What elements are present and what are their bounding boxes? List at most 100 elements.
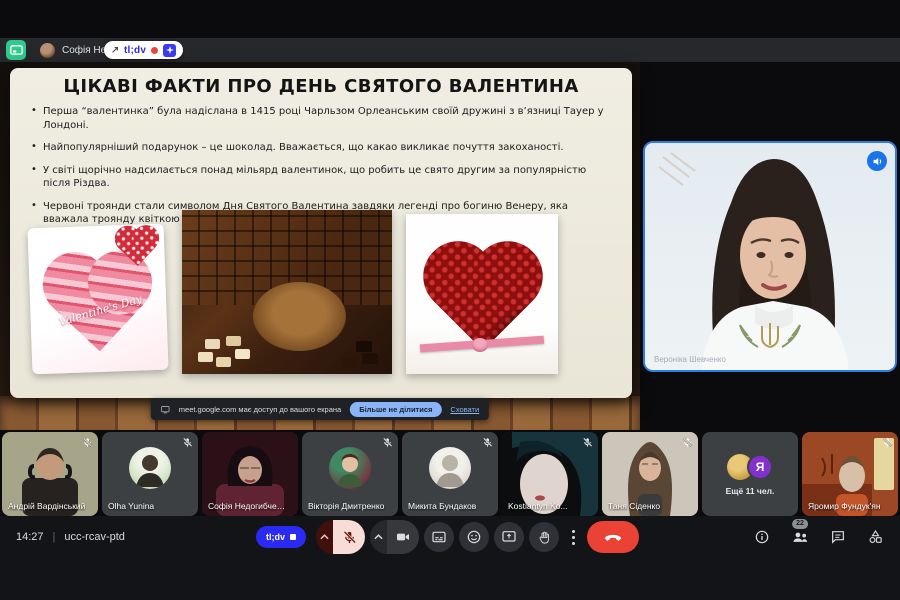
raise-hand-button[interactable] [529,522,559,552]
dot [572,530,575,533]
info-icon [754,529,770,545]
participant-tile[interactable]: Olha Yunina [102,432,198,516]
chevron-up-icon [320,534,329,540]
participant-tile[interactable]: Kostiantyn Ko... [502,432,598,516]
person-photo [329,447,371,489]
participant-tile[interactable]: Яромир Фундук'ян [802,432,898,516]
microphone-control [316,520,365,554]
meta-divider: | [53,531,56,543]
activities-button[interactable] [867,529,884,545]
participant-name: Яромир Фундук'ян [808,501,886,511]
presentation-slide: ЦІКАВІ ФАКТИ ПРО ДЕНЬ СВЯТОГО ВАЛЕНТИНА … [10,68,632,398]
avatar [429,447,471,489]
participant-tile[interactable]: Таня Сіденко [602,432,698,516]
meeting-top-bar: Софія Недогиб... tl;dv [0,38,900,62]
avatar [329,447,371,489]
mic-off-icon [82,437,93,448]
captions-icon [431,529,447,545]
participants-button[interactable]: 22 [791,529,809,545]
stop-icon [290,534,296,540]
dot [572,542,575,545]
dark-chocolate-chunks [362,353,378,364]
raised-hand-icon [537,530,552,545]
cocoa-powder [253,282,345,351]
slide-bullet-list: Перша “валентинка” була надіслана в 1415… [30,105,612,227]
overflow-count-label: Ещё 11 чел. [702,486,798,496]
emoji-smile-icon [466,529,482,545]
meeting-panels: 22 [754,529,884,545]
tldv-sparkle-button[interactable] [163,44,176,57]
recording-dot-icon [151,47,158,54]
captions-button[interactable] [424,522,454,552]
meeting-code: ucc-rcav-ptd [64,531,125,543]
avatar [129,447,171,489]
valentine-card-image: Valentine's Day [27,224,168,375]
call-end-icon [603,527,623,547]
tldv-extension-button[interactable] [6,40,26,60]
mic-mute-button[interactable] [333,520,365,554]
sparkle-icon [166,46,174,54]
tldv-label: tl;dv [124,45,146,56]
participant-name: Андрій Вардінський [8,501,86,511]
participant-tile[interactable]: Софія Недогибченко [202,432,298,516]
shared-screen-region: ЦІКАВІ ФАКТИ ПРО ДЕНЬ СВЯТОГО ВАЛЕНТИНА … [0,62,640,430]
chat-icon [830,529,846,545]
participant-name: Таня Сіденко [608,501,686,511]
call-controls [316,520,639,554]
leave-call-button[interactable] [587,521,639,553]
mic-off-icon [382,437,393,448]
speaker-icon [872,156,883,167]
mic-off-icon [682,437,693,448]
present-screen-icon [501,529,517,545]
white-chocolate-chunks [198,352,213,362]
participant-name: Микита Бундаков [408,501,486,511]
tldv-stop-recording-button[interactable]: tl;dv [256,526,306,548]
speaker-illustration [645,143,895,370]
camera-control [370,520,419,554]
videocam-icon [395,529,411,545]
participant-name: Kostiantyn Ko... [508,501,586,511]
clock-time: 14:27 [16,531,44,543]
person-photo [429,447,471,489]
chevron-up-icon [374,534,383,540]
tldv-recorder-widget[interactable]: tl;dv [104,41,183,59]
participant-tile[interactable]: Вікторія Дмитренко [302,432,398,516]
participant-tile[interactable]: Андрій Вардінський [2,432,98,516]
mic-options-chevron[interactable] [316,520,333,554]
share-toast-message: meet.google.com має доступ до вашого екр… [179,405,341,414]
participant-name: Olha Yunina [108,501,186,511]
call-control-bar: 14:27 | ucc-rcav-ptd tl;dv [0,516,900,600]
active-speaker-video[interactable]: Вероніка Шевченко [643,141,897,372]
participant-name: Софія Недогибченко [208,501,286,511]
overflow-participants-tile[interactable]: Я Ещё 11 чел. [702,432,798,516]
more-options-button[interactable] [564,522,582,552]
mic-off-icon [182,437,193,448]
participants-count-badge: 22 [792,519,808,529]
meeting-details-button[interactable] [754,529,770,545]
slide-bullet: У світі щорічно надсилається понад мілья… [30,164,612,191]
chocolate-image [182,210,392,374]
presenter-avatar [40,43,55,58]
screen-share-icon [161,405,170,414]
present-screen-button[interactable] [494,522,524,552]
rose-heart-shape [434,252,533,351]
participant-filmstrip: Андрій Вардінський Olha Yunina Софія Нед… [2,432,898,516]
audio-output-indicator [867,151,887,171]
roses-box-image [406,214,558,374]
screen-record-icon [10,45,23,56]
tldv-label: tl;dv [266,532,285,542]
meeting-meta: 14:27 | ucc-rcav-ptd [16,531,125,543]
hide-toast-link[interactable]: Сховати [450,405,479,414]
people-icon [791,529,809,545]
person-photo [129,447,171,489]
participant-name: Вікторія Дмитренко [308,501,386,511]
overflow-avatars: Я [727,454,773,480]
slide-bullet: Перша “валентинка” була надіслана в 1415… [30,105,612,132]
camera-options-chevron[interactable] [370,520,387,554]
screen-share-toast: meet.google.com має доступ до вашого екр… [151,398,489,420]
chat-button[interactable] [830,529,846,545]
participant-tile[interactable]: Микита Бундаков [402,432,498,516]
stop-sharing-button[interactable]: Більше не ділитися [350,402,441,417]
camera-toggle-button[interactable] [387,520,419,554]
reactions-button[interactable] [459,522,489,552]
